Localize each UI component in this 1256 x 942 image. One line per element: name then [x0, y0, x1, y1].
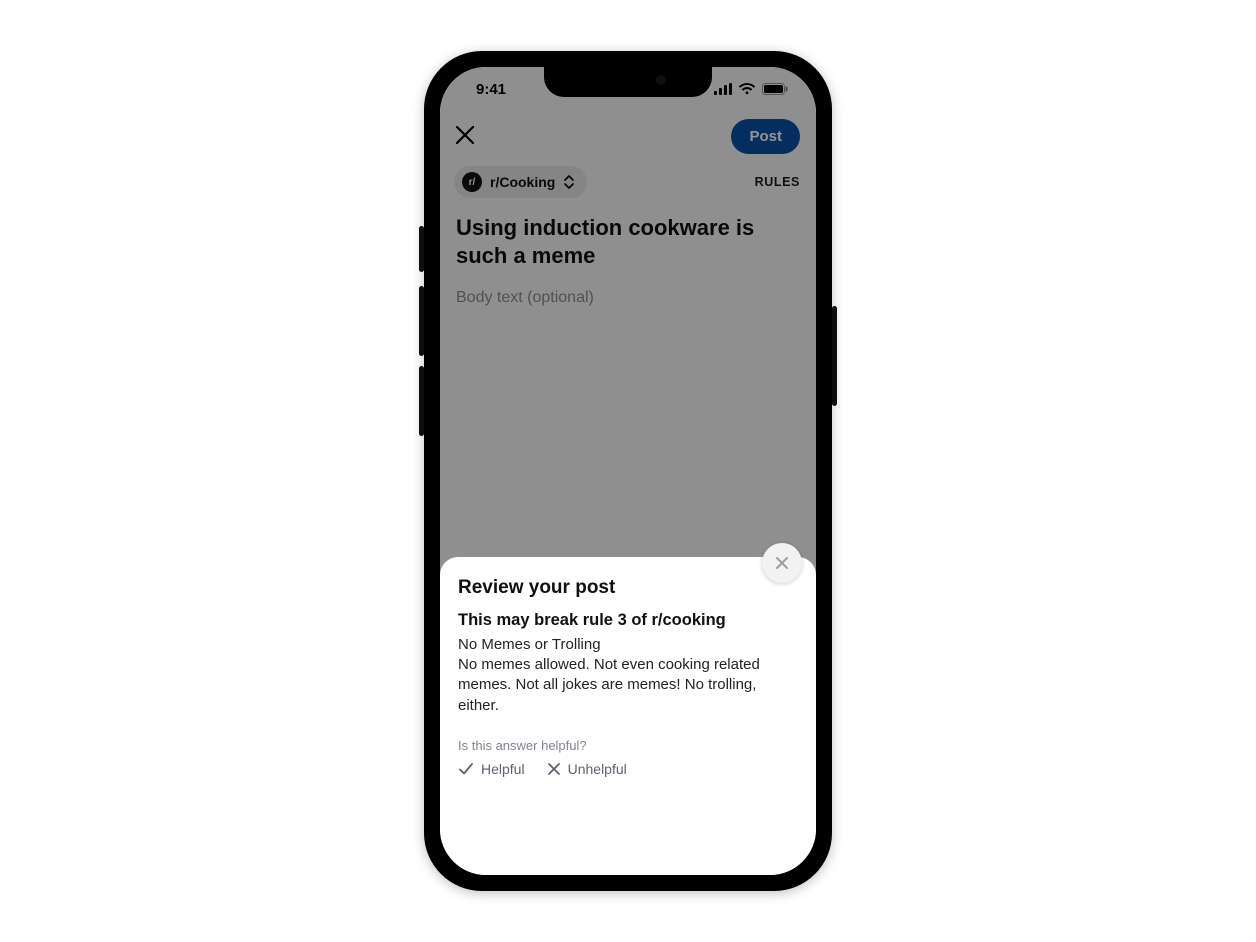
sheet-warning: This may break rule 3 of r/cooking [458, 611, 798, 630]
helpful-label: Helpful [481, 761, 525, 777]
feedback-prompt: Is this answer helpful? [458, 738, 798, 753]
phone-device-frame: 9:41 [424, 51, 832, 891]
close-sheet-button[interactable] [762, 543, 802, 583]
rule-title: No Memes or Trolling [458, 636, 798, 653]
unhelpful-button[interactable]: Unhelpful [547, 761, 627, 777]
sheet-title: Review your post [458, 577, 798, 599]
review-post-sheet: Review your post This may break rule 3 o… [440, 557, 816, 875]
rule-description: No memes allowed. Not even cooking relat… [458, 655, 798, 716]
check-icon [458, 761, 474, 777]
helpful-button[interactable]: Helpful [458, 761, 525, 777]
phone-screen: 9:41 [440, 67, 816, 875]
close-icon [774, 555, 790, 571]
x-icon [547, 762, 561, 776]
unhelpful-label: Unhelpful [568, 761, 627, 777]
